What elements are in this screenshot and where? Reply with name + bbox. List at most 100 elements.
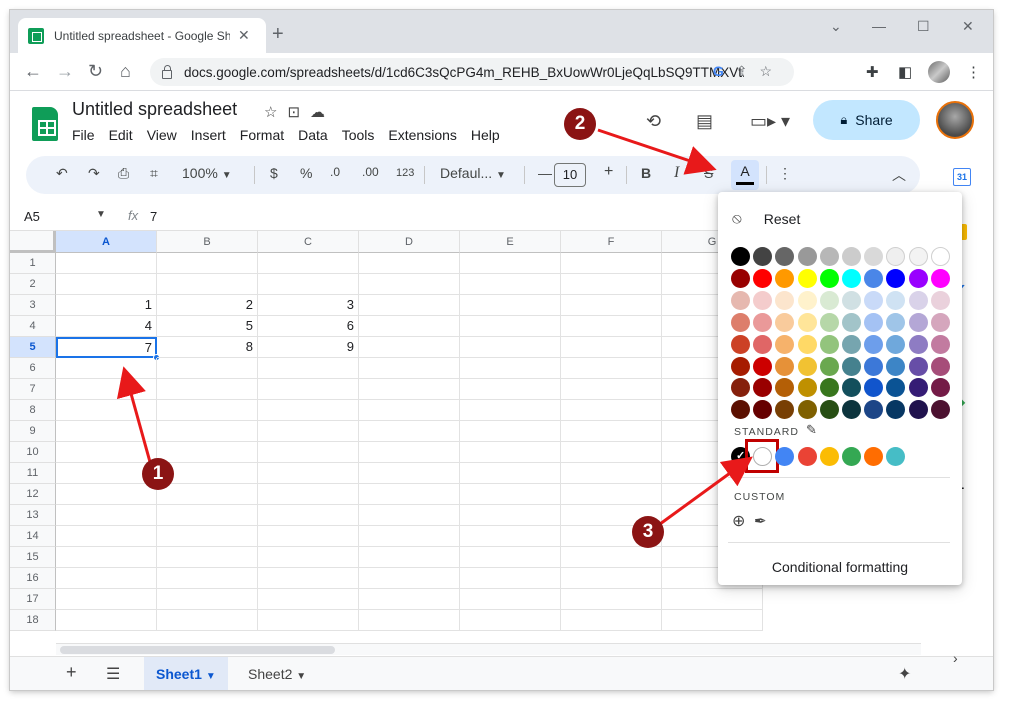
cell-c14[interactable] <box>258 526 359 547</box>
menu-insert[interactable]: Insert <box>191 127 226 143</box>
add-custom-color-icon[interactable]: ⊕ <box>732 511 745 531</box>
cell-c1[interactable] <box>258 253 359 274</box>
cell-e7[interactable] <box>460 379 561 400</box>
color-swatch[interactable] <box>731 268 750 288</box>
sheets-logo-icon[interactable] <box>32 107 58 141</box>
row-header-3[interactable]: 3 <box>10 295 56 316</box>
more-vert-icon[interactable]: ⋮ <box>966 63 981 81</box>
color-swatch[interactable] <box>731 290 750 310</box>
cell-b5[interactable]: 8 <box>157 337 258 358</box>
color-swatch[interactable] <box>908 356 928 376</box>
cell-c15[interactable] <box>258 547 359 568</box>
cell-a17[interactable] <box>56 589 157 610</box>
cell-b3[interactable]: 2 <box>157 295 258 316</box>
comments-icon[interactable]: ▤ <box>696 111 713 132</box>
color-swatch[interactable] <box>753 378 773 398</box>
color-swatch[interactable] <box>930 356 950 376</box>
color-swatch[interactable] <box>930 378 950 398</box>
cell-d17[interactable] <box>359 589 460 610</box>
menu-extensions[interactable]: Extensions <box>388 127 456 143</box>
bold-button[interactable]: B <box>641 165 651 181</box>
increase-decimal-button[interactable]: .00 <box>362 165 379 179</box>
color-swatch[interactable] <box>753 312 773 332</box>
color-swatch[interactable] <box>842 312 861 332</box>
color-swatch[interactable] <box>864 268 884 288</box>
cell-d14[interactable] <box>359 526 460 547</box>
cell-a7[interactable] <box>56 379 157 400</box>
percent-format-button[interactable]: % <box>300 165 312 181</box>
color-swatch[interactable] <box>775 334 795 354</box>
cell-d5[interactable] <box>359 337 460 358</box>
color-swatch[interactable] <box>731 334 750 354</box>
url-action-icons[interactable]: G⇪☆ <box>713 63 784 80</box>
column-header-d[interactable]: D <box>359 231 460 253</box>
cell-e17[interactable] <box>460 589 561 610</box>
cell-f18[interactable] <box>561 610 662 631</box>
close-window-icon[interactable]: ✕ <box>962 18 974 35</box>
color-swatch[interactable] <box>864 290 884 310</box>
calendar-icon[interactable]: 31 <box>953 168 971 186</box>
extensions-icon[interactable]: ✚ <box>866 63 879 81</box>
color-swatch[interactable] <box>886 290 906 310</box>
zoom-select[interactable]: 100% ▼ <box>182 165 232 181</box>
color-swatch[interactable] <box>819 290 839 310</box>
color-swatch[interactable] <box>864 312 884 332</box>
standard-color-swatch[interactable] <box>797 447 817 466</box>
tab-search-icon[interactable]: ⌄ <box>830 18 842 35</box>
cell-d1[interactable] <box>359 253 460 274</box>
cell-f12[interactable] <box>561 484 662 505</box>
standard-color-swatch[interactable] <box>819 447 839 466</box>
color-swatch[interactable] <box>930 400 950 420</box>
row-header-8[interactable]: 8 <box>10 400 56 421</box>
color-swatch[interactable] <box>842 247 861 266</box>
color-swatch[interactable] <box>930 268 950 288</box>
color-swatch[interactable] <box>819 378 839 398</box>
color-swatch[interactable] <box>753 334 773 354</box>
row-header-17[interactable]: 17 <box>10 589 56 610</box>
cell-d6[interactable] <box>359 358 460 379</box>
cell-e16[interactable] <box>460 568 561 589</box>
color-swatch[interactable] <box>864 400 884 420</box>
name-box-dropdown-icon[interactable]: ▼ <box>96 209 106 220</box>
eyedropper-icon[interactable]: ✒ <box>754 512 767 530</box>
cell-f2[interactable] <box>561 274 662 295</box>
cell-f8[interactable] <box>561 400 662 421</box>
color-swatch[interactable] <box>797 312 817 332</box>
color-swatch[interactable] <box>908 247 928 266</box>
profile-avatar[interactable] <box>928 61 950 83</box>
color-swatch[interactable] <box>753 290 773 310</box>
cell-g18[interactable] <box>662 610 763 631</box>
cell-d16[interactable] <box>359 568 460 589</box>
cell-f4[interactable] <box>561 316 662 337</box>
color-swatch[interactable] <box>886 247 906 266</box>
text-color-button[interactable]: A <box>731 160 759 190</box>
select-all-corner[interactable] <box>10 231 56 253</box>
row-header-18[interactable]: 18 <box>10 610 56 631</box>
color-swatch[interactable] <box>775 356 795 376</box>
row-header-6[interactable]: 6 <box>10 358 56 379</box>
cell-d9[interactable] <box>359 421 460 442</box>
row-header-16[interactable]: 16 <box>10 568 56 589</box>
color-swatch[interactable] <box>797 268 817 288</box>
row-header-9[interactable]: 9 <box>10 421 56 442</box>
color-swatch[interactable] <box>797 378 817 398</box>
cell-d4[interactable] <box>359 316 460 337</box>
cell-d13[interactable] <box>359 505 460 526</box>
cell-b2[interactable] <box>157 274 258 295</box>
cell-a1[interactable] <box>56 253 157 274</box>
cell-a2[interactable] <box>56 274 157 295</box>
color-swatch[interactable] <box>842 334 861 354</box>
google-lens-icon[interactable]: G <box>713 63 736 79</box>
row-header-1[interactable]: 1 <box>10 253 56 274</box>
reload-icon[interactable]: ↻ <box>88 61 103 82</box>
cell-c17[interactable] <box>258 589 359 610</box>
reset-color-option[interactable]: ⦸ Reset <box>732 210 800 227</box>
explore-icon[interactable]: ✦ <box>898 664 911 684</box>
cell-b18[interactable] <box>157 610 258 631</box>
cell-d2[interactable] <box>359 274 460 295</box>
color-swatch[interactable] <box>886 356 906 376</box>
cell-b10[interactable] <box>157 442 258 463</box>
cell-c18[interactable] <box>258 610 359 631</box>
cell-e12[interactable] <box>460 484 561 505</box>
cell-e4[interactable] <box>460 316 561 337</box>
